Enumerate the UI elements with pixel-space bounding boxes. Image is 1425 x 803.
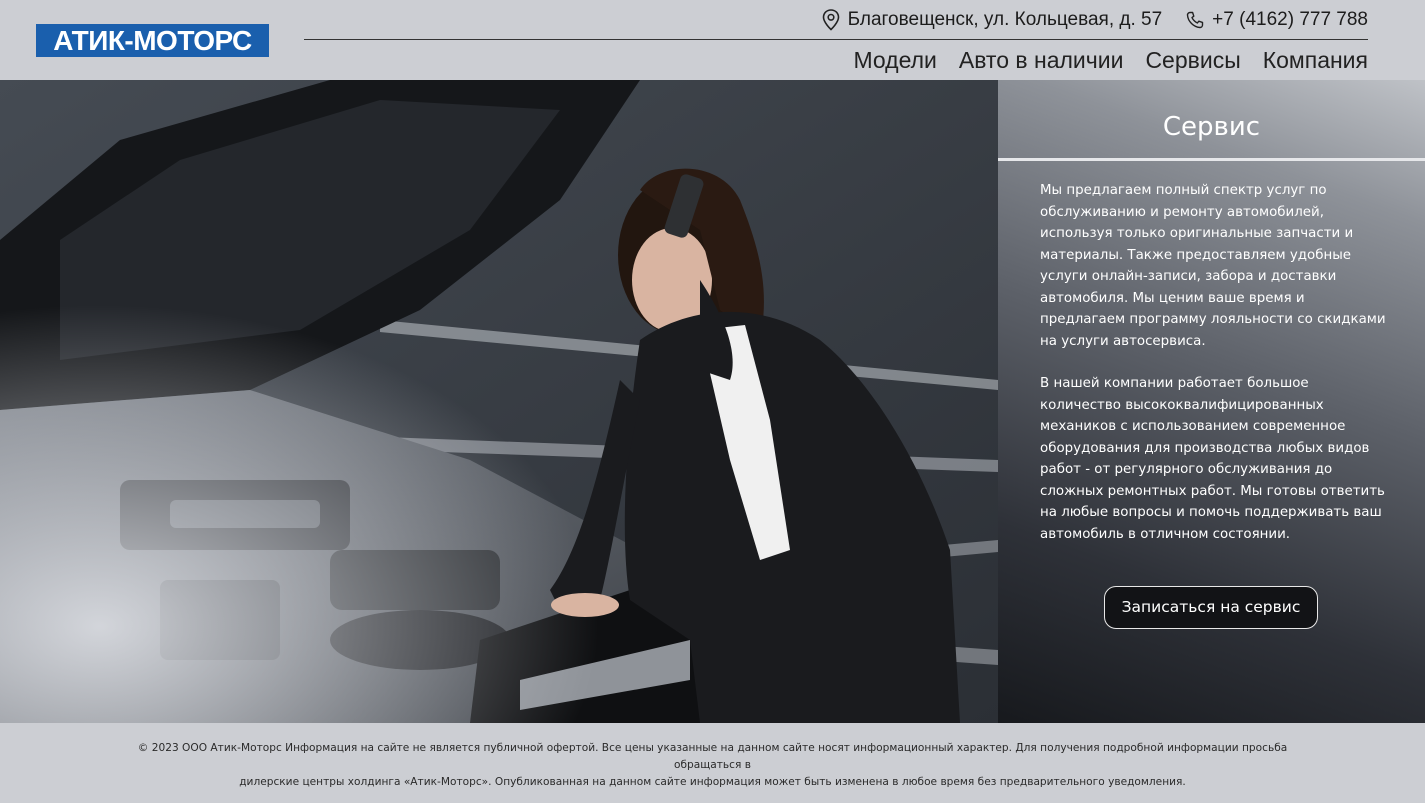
location-pin-icon	[822, 9, 839, 31]
panel-description: Мы предлагаем полный спектр услуг по обс…	[1040, 180, 1390, 545]
hero-illustration	[0, 80, 998, 723]
panel-paragraph-2: В нашей компании работает большое количе…	[1040, 376, 1385, 542]
address-text: Благовещенск, ул. Кольцевая, д. 57	[847, 9, 1163, 30]
footer-disclaimer: © 2023 ООО Атик-Моторс Информация на сай…	[130, 740, 1295, 791]
phone-icon	[1186, 11, 1204, 29]
phone[interactable]: +7 (4162) 777 788	[1186, 9, 1368, 31]
panel-paragraph-1: Мы предлагаем полный спектр услуг по обс…	[1040, 183, 1386, 349]
header-divider	[304, 39, 1368, 40]
site-footer: © 2023 ООО Атик-Моторс Информация на сай…	[0, 723, 1425, 803]
book-service-button[interactable]: Записаться на сервис	[1104, 586, 1318, 629]
phone-number[interactable]: +7 (4162) 777 788	[1212, 9, 1368, 31]
panel-title: Сервис	[1162, 112, 1261, 142]
logo[interactable]: АТИК-МОТОРС	[36, 24, 269, 57]
footer-line-2: дилерские центры холдинга «Атик-Моторс».…	[239, 776, 1186, 788]
contact-bar: Благовещенск, ул. Кольцевая, д. 57 +7 (4…	[822, 8, 1368, 32]
nav-item-company[interactable]: Компания	[1263, 46, 1368, 74]
address: Благовещенск, ул. Кольцевая, д. 57	[822, 9, 1163, 31]
service-panel: Сервис Мы предлагаем полный спектр услуг…	[998, 80, 1425, 723]
nav-item-models[interactable]: Модели	[853, 46, 936, 74]
nav-item-services[interactable]: Сервисы	[1145, 46, 1240, 74]
site-header: АТИК-МОТОРС Благовещенск, ул. Кольцевая,…	[0, 0, 1425, 80]
main-nav: Модели Авто в наличии Сервисы Компания	[853, 46, 1368, 74]
hero-image	[0, 80, 998, 723]
footer-line-1: © 2023 ООО Атик-Моторс Информация на сай…	[137, 742, 1288, 771]
panel-divider	[998, 158, 1425, 161]
hero-section: Сервис Мы предлагаем полный спектр услуг…	[0, 80, 1425, 723]
nav-item-cars-in-stock[interactable]: Авто в наличии	[959, 46, 1124, 74]
